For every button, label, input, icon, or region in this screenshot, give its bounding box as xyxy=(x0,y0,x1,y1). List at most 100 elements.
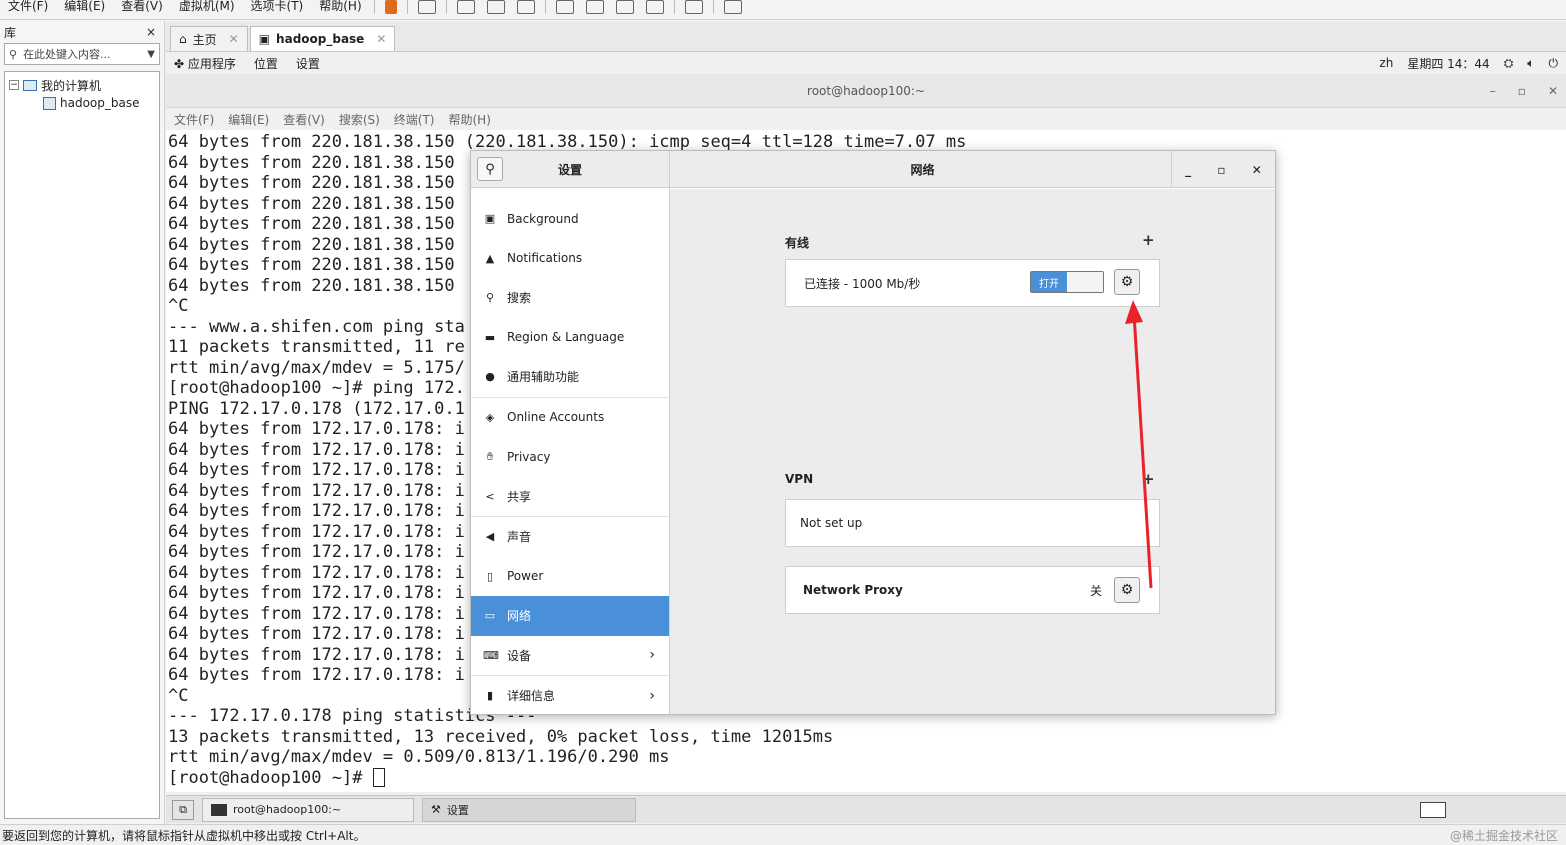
menu-view[interactable]: 查看(V) xyxy=(113,0,171,12)
taskbar-item-settings[interactable]: ⚒ 设置 xyxy=(422,797,636,822)
minimize-icon[interactable]: – xyxy=(1490,84,1496,98)
stretch-icon[interactable] xyxy=(723,0,742,14)
view-thumbnail-icon[interactable] xyxy=(585,0,604,14)
close-icon[interactable]: ✕ xyxy=(376,32,386,46)
term-menu-file[interactable]: 文件(F) xyxy=(174,111,214,128)
term-menu-view[interactable]: 查看(V) xyxy=(283,111,325,128)
fullscreen-icon[interactable] xyxy=(645,0,664,14)
tree-item-my-computer[interactable]: − 我的计算机 xyxy=(9,76,155,94)
vpn-row: Not set up xyxy=(785,499,1160,547)
sidebar-item-online-accounts[interactable]: ◈ Online Accounts xyxy=(471,398,669,438)
taskbar-item-label: 设置 xyxy=(446,803,469,817)
sidebar-item-label: 共享 xyxy=(507,489,532,504)
places-menu[interactable]: 位置 xyxy=(254,55,278,72)
add-wired-button[interactable]: + xyxy=(1142,231,1155,249)
snapshot-icon[interactable] xyxy=(456,0,475,14)
settings-menu[interactable]: 设置 xyxy=(296,55,320,72)
tab-home[interactable]: ⌂ 主页 ✕ xyxy=(170,26,248,51)
library-tree: − 我的计算机 hadoop_base xyxy=(4,71,160,819)
term-menu-help[interactable]: 帮助(H) xyxy=(449,111,491,128)
snapshot-revert-icon[interactable] xyxy=(486,0,505,14)
arrow-shaft xyxy=(1132,313,1153,589)
accessibility-icon: ● xyxy=(485,370,495,384)
power-icon: ▯ xyxy=(486,569,494,583)
view-library-icon[interactable] xyxy=(555,0,574,14)
network-status-icon[interactable]: ⛭ xyxy=(1504,56,1514,71)
toolbar-separator xyxy=(544,0,546,14)
network-proxy-row[interactable]: Network Proxy 关 ⚙ xyxy=(785,566,1160,614)
power-menu-icon[interactable]: ⏻ xyxy=(1549,56,1559,71)
menu-help[interactable]: 帮助(H) xyxy=(311,0,369,12)
vm-icon: ▣ xyxy=(258,32,271,46)
vm-icon xyxy=(43,96,56,110)
toolbar-separator xyxy=(406,0,408,14)
home-icon: ⌂ xyxy=(179,32,187,46)
settings-search-button[interactable]: ⚲ xyxy=(477,157,503,181)
hand-icon: ✋︎ xyxy=(486,449,494,463)
search-icon: ⚲ xyxy=(9,47,18,61)
sidebar-item-privacy[interactable]: ✋︎ Privacy xyxy=(471,437,669,477)
applications-menu[interactable]: ✤ 应用程序 xyxy=(174,55,236,72)
arrow-head xyxy=(1125,300,1143,324)
sidebar-item-details[interactable]: ▮ 详细信息 › xyxy=(471,676,669,716)
wired-toggle-switch[interactable]: 打开 xyxy=(1030,271,1104,293)
terminal-titlebar: root@hadoop100:~ – ▫ ✕ xyxy=(166,74,1566,108)
tab-hadoop-base[interactable]: ▣ hadoop_base ✕ xyxy=(249,26,396,51)
sidebar-item-power[interactable]: ▯ Power xyxy=(471,557,669,597)
dropdown-arrow-icon[interactable]: ▼ xyxy=(147,49,155,60)
wired-settings-button[interactable]: ⚙ xyxy=(1114,269,1140,295)
sidebar-item-sound[interactable]: ◀ 声音 xyxy=(471,517,669,557)
menu-vm[interactable]: 虚拟机(M) xyxy=(171,0,243,12)
image-icon: ▣ xyxy=(484,212,496,226)
sidebar-item-sharing[interactable]: < 共享 xyxy=(471,477,669,517)
switch-knob xyxy=(1067,272,1103,292)
send-keys-icon[interactable] xyxy=(417,0,436,14)
vmware-statusbar: 要返回到您的计算机，请将鼠标指针从虚拟机中移出或按 Ctrl+Alt。 @稀土掘… xyxy=(0,824,1566,845)
bell-icon: ▲ xyxy=(485,251,495,265)
sidebar-item-network[interactable]: ▭ 网络 xyxy=(471,596,669,636)
term-menu-search[interactable]: 搜索(S) xyxy=(339,111,380,128)
minimize-icon[interactable]: _ xyxy=(1185,163,1191,177)
tools-icon: ⚒ xyxy=(431,803,441,816)
maximize-icon[interactable]: ▫ xyxy=(1217,163,1225,177)
workspace-switcher[interactable] xyxy=(1420,801,1446,818)
sidebar-item-label: Region & Language xyxy=(507,330,625,345)
sidebar-item-devices[interactable]: ⌨︎ 设备 › xyxy=(471,636,669,676)
close-icon[interactable]: ✕ xyxy=(229,32,239,46)
sidebar-item-label: Privacy xyxy=(507,449,551,464)
snapshot-manager-icon[interactable] xyxy=(516,0,535,14)
status-message: 要返回到您的计算机，请将鼠标指针从虚拟机中移出或按 Ctrl+Alt。 xyxy=(2,828,366,843)
pause-icon[interactable] xyxy=(384,0,397,14)
sidebar-item-notifications[interactable]: ▲ Notifications xyxy=(471,239,669,279)
volume-icon[interactable]: 🔈︎ xyxy=(1527,56,1534,71)
close-icon[interactable]: ✕ xyxy=(1548,84,1558,98)
library-close-button[interactable]: × xyxy=(146,25,156,39)
menu-file[interactable]: 文件(F) xyxy=(0,0,56,12)
share-icon: < xyxy=(485,489,495,503)
menu-edit[interactable]: 编辑(E) xyxy=(56,0,113,12)
clock[interactable]: 星期四 14：44 xyxy=(1407,55,1489,72)
toolbar-separator xyxy=(673,0,675,14)
sidebar-item-accessibility[interactable]: ● 通用辅助功能 xyxy=(471,357,669,397)
menu-tabs[interactable]: 选项卡(T) xyxy=(243,0,312,12)
taskbar-item-terminal[interactable]: root@hadoop100:~ xyxy=(202,797,414,822)
term-menu-edit[interactable]: 编辑(E) xyxy=(228,111,269,128)
collapse-icon[interactable]: − xyxy=(9,80,19,90)
search-icon: ⚲ xyxy=(485,161,495,177)
input-language[interactable]: zh xyxy=(1379,56,1393,70)
console-icon[interactable] xyxy=(684,0,703,14)
term-menu-terminal[interactable]: 终端(T) xyxy=(394,111,435,128)
chevron-right-icon: › xyxy=(649,647,655,664)
sidebar-item-background[interactable]: ▣ Background xyxy=(471,199,669,239)
library-search-input[interactable]: ⚲ 在此处键入内容... ▼ xyxy=(4,43,160,65)
close-icon[interactable]: ✕ xyxy=(1252,163,1262,177)
tree-item-hadoop-base[interactable]: hadoop_base xyxy=(9,94,155,112)
sidebar-item-label: Notifications xyxy=(507,251,583,266)
gnome-taskbar: ⧉ root@hadoop100:~ ⚒ 设置 xyxy=(166,795,1566,823)
sidebar-item-search[interactable]: ⚲ 搜索 xyxy=(471,278,669,318)
view-fit-icon[interactable] xyxy=(615,0,634,14)
show-desktop-icon[interactable]: ⧉ xyxy=(172,799,194,820)
maximize-icon[interactable]: ▫ xyxy=(1518,84,1526,98)
sidebar-item-region[interactable]: ▬ Region & Language xyxy=(471,318,669,358)
watermark: @稀土掘金技术社区 xyxy=(1449,828,1558,843)
